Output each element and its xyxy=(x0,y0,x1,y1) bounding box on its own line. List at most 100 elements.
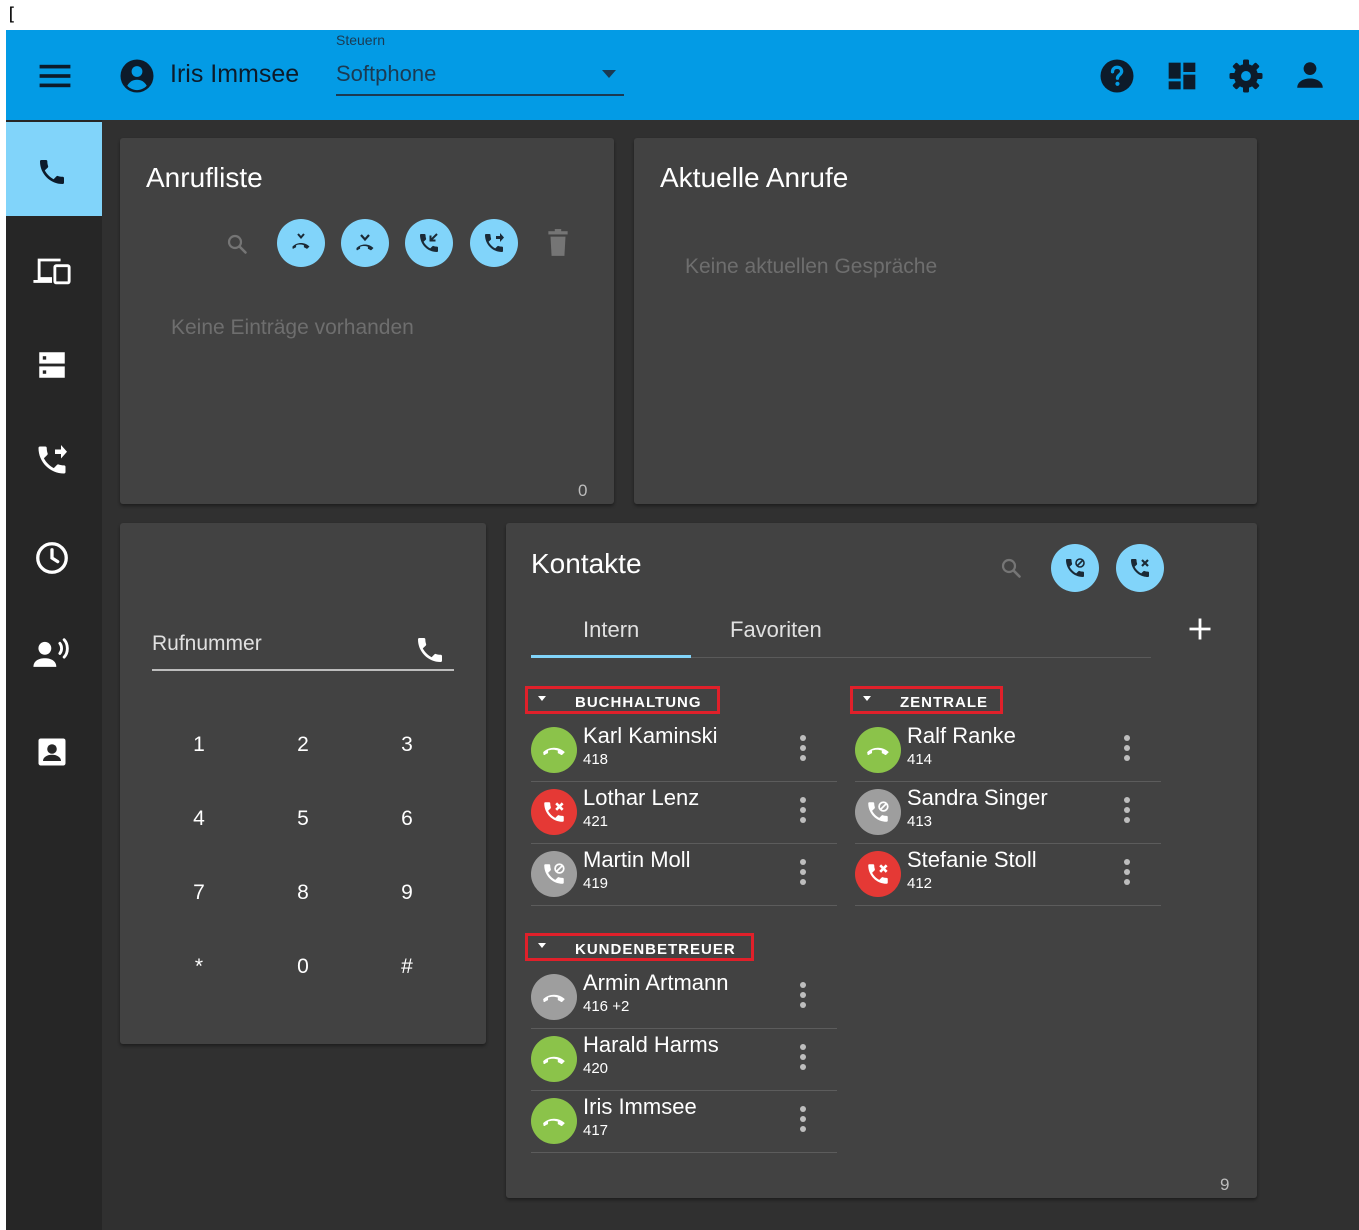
user-name: Iris Immsee xyxy=(170,60,300,88)
more-vert-icon[interactable] xyxy=(799,735,807,763)
dial-key-9[interactable]: 9 xyxy=(377,881,437,905)
status-avatar xyxy=(531,789,577,835)
contact-item[interactable]: Martin Moll 419 xyxy=(531,843,837,906)
clock-icon[interactable] xyxy=(34,540,70,576)
more-vert-icon[interactable] xyxy=(799,1106,807,1134)
phone-number-input[interactable]: Rufnummer xyxy=(152,632,262,656)
dial-key-0[interactable]: 0 xyxy=(273,955,333,979)
contact-item[interactable]: Karl Kaminski 418 xyxy=(531,719,837,782)
control-mode-select[interactable]: Softphone xyxy=(336,61,436,87)
trash-icon[interactable] xyxy=(545,228,571,258)
dial-key-5[interactable]: 5 xyxy=(273,807,333,831)
contact-name: Martin Moll xyxy=(583,847,691,872)
phone-disabled-icon xyxy=(544,802,564,822)
contact-extension: 412 xyxy=(907,875,933,892)
call-end-icon xyxy=(356,234,374,251)
filter-busy-button[interactable] xyxy=(1116,544,1164,592)
stray-bracket: [ xyxy=(6,4,17,25)
group-header-kundenbetreuer[interactable]: KUNDENBETREUER xyxy=(525,933,754,961)
caret-down-icon xyxy=(538,943,546,948)
dial-key-4[interactable]: 4 xyxy=(169,807,229,831)
phone-disabled-icon xyxy=(1131,559,1149,577)
dial-key-2[interactable]: 2 xyxy=(273,733,333,757)
more-vert-icon[interactable] xyxy=(1123,859,1131,887)
contact-extension: 421 xyxy=(583,813,609,830)
call-end-icon xyxy=(543,994,565,1003)
contact-name: Sandra Singer xyxy=(907,785,1048,810)
contact-item[interactable]: Armin Artmann 416 +2 xyxy=(531,966,837,1029)
more-vert-icon[interactable] xyxy=(1123,797,1131,825)
call-end-icon xyxy=(543,1056,565,1065)
tab-intern[interactable]: Intern xyxy=(583,617,639,643)
group-name: BUCHHALTUNG xyxy=(575,694,702,711)
control-mode-underline xyxy=(336,94,624,96)
current-calls-empty-text: Keine aktuellen Gespräche xyxy=(685,255,938,278)
group-header-buchhaltung[interactable]: BUCHHALTUNG xyxy=(525,686,720,714)
help-icon[interactable] xyxy=(1099,58,1135,94)
call-list-title: Anrufliste xyxy=(146,162,263,193)
tab-favoriten[interactable]: Favoriten xyxy=(730,617,822,643)
call-icon[interactable] xyxy=(414,634,446,666)
filter-incoming-calls-button[interactable] xyxy=(405,219,453,267)
phone-forward-icon[interactable] xyxy=(34,442,70,478)
more-vert-icon[interactable] xyxy=(799,797,807,825)
more-vert-icon[interactable] xyxy=(1123,735,1131,763)
menu-icon[interactable] xyxy=(38,62,72,90)
contact-extension: 416 +2 xyxy=(583,998,630,1015)
filter-available-button[interactable] xyxy=(1051,544,1099,592)
tab-active-indicator xyxy=(531,655,691,658)
dial-key-star[interactable]: * xyxy=(169,955,229,979)
filter-missed-calls-button[interactable] xyxy=(277,219,325,267)
dial-key-6[interactable]: 6 xyxy=(377,807,437,831)
contact-item[interactable]: Iris Immsee 417 xyxy=(531,1090,837,1153)
contact-name: Iris Immsee xyxy=(583,1094,697,1119)
call-end-icon xyxy=(867,747,889,756)
dial-key-1[interactable]: 1 xyxy=(169,733,229,757)
search-icon[interactable] xyxy=(999,556,1023,580)
dial-key-8[interactable]: 8 xyxy=(273,881,333,905)
status-avatar xyxy=(855,789,901,835)
contact-name: Lothar Lenz xyxy=(583,785,700,810)
status-avatar xyxy=(531,727,577,773)
filter-forwarded-calls-button[interactable] xyxy=(470,219,518,267)
sidebar xyxy=(6,120,102,1230)
phone-callback-icon xyxy=(420,233,438,252)
contact-item[interactable]: Ralf Ranke 414 xyxy=(855,719,1161,782)
group-name: KUNDENBETREUER xyxy=(575,941,736,958)
status-avatar xyxy=(531,974,577,1020)
contact-item[interactable]: Sandra Singer 413 xyxy=(855,781,1161,844)
contact-item[interactable]: Lothar Lenz 421 xyxy=(531,781,837,844)
devices-icon[interactable] xyxy=(32,254,72,286)
add-icon[interactable] xyxy=(1186,615,1214,643)
contact-item[interactable]: Harald Harms 420 xyxy=(531,1028,837,1091)
more-vert-icon[interactable] xyxy=(799,1044,807,1072)
dial-key-7[interactable]: 7 xyxy=(169,881,229,905)
more-vert-icon[interactable] xyxy=(799,859,807,887)
contact-card-icon[interactable] xyxy=(34,734,70,770)
contact-name: Karl Kaminski xyxy=(583,723,718,748)
dial-key-3[interactable]: 3 xyxy=(377,733,437,757)
call-end-icon xyxy=(543,1118,565,1127)
dashboard-icon[interactable] xyxy=(1166,60,1198,92)
gear-icon[interactable] xyxy=(1228,58,1264,94)
phone-disabled-icon xyxy=(868,864,888,884)
filter-rejected-calls-button[interactable] xyxy=(341,219,389,267)
more-vert-icon[interactable] xyxy=(799,982,807,1010)
person-icon[interactable] xyxy=(1293,58,1327,92)
search-icon[interactable] xyxy=(225,232,249,256)
group-header-zentrale[interactable]: ZENTRALE xyxy=(850,686,1003,714)
server-icon[interactable] xyxy=(34,348,70,382)
contact-name: Ralf Ranke xyxy=(907,723,1016,748)
dial-key-hash[interactable]: # xyxy=(377,955,437,979)
record-voice-icon[interactable] xyxy=(32,636,72,672)
status-avatar xyxy=(531,1036,577,1082)
chevron-down-icon[interactable] xyxy=(600,68,618,80)
contact-extension: 414 xyxy=(907,751,933,768)
contact-extension: 413 xyxy=(907,813,933,830)
phone-forward-icon xyxy=(485,233,504,252)
contact-item[interactable]: Stefanie Stoll 412 xyxy=(855,843,1161,906)
account-circle-icon xyxy=(119,58,155,94)
call-list-count: 0 xyxy=(578,481,588,500)
contact-name: Stefanie Stoll xyxy=(907,847,1037,872)
group-name: ZENTRALE xyxy=(900,694,988,711)
